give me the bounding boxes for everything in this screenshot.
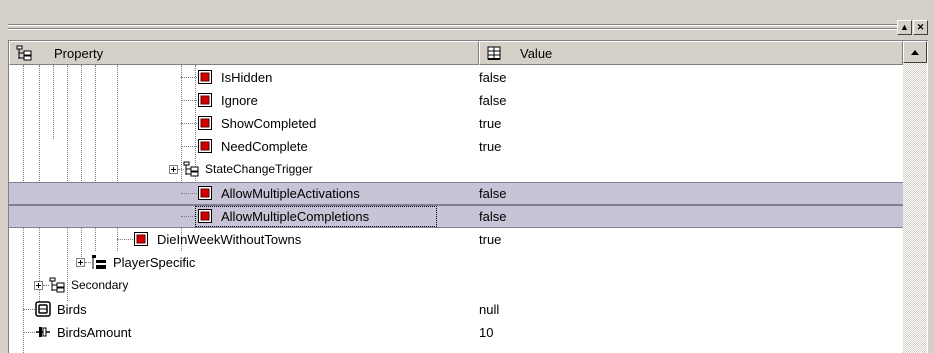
tree-connector — [181, 193, 197, 194]
tree-connector — [181, 100, 197, 101]
tree-connector — [181, 146, 197, 147]
value-column-header[interactable]: Value — [479, 41, 903, 65]
expand-toggle[interactable] — [169, 165, 178, 174]
property-red-icon — [198, 139, 212, 153]
property-red-icon — [198, 186, 212, 200]
property-name: AllowMultipleActivations — [221, 186, 360, 201]
property-value[interactable]: 10 — [479, 325, 493, 340]
tree-row-selected[interactable]: AllowMultipleActivations false — [9, 182, 903, 205]
scroll-up-button[interactable]: ▲ — [897, 20, 912, 35]
property-red-icon — [198, 116, 212, 130]
property-tree-icon — [16, 45, 32, 61]
tree-row[interactable]: IsHidden false — [9, 66, 903, 89]
expand-toggle[interactable] — [76, 258, 85, 267]
property-name: StateChangeTrigger — [205, 162, 313, 176]
arrow-up-icon — [911, 50, 919, 55]
property-name: PlayerSpecific — [113, 255, 196, 270]
tree-row[interactable]: NeedComplete true — [9, 135, 903, 158]
folder-group-icon — [92, 255, 106, 269]
value-header-label: Value — [520, 46, 553, 61]
property-name: Birds — [57, 302, 87, 317]
property-value[interactable]: false — [479, 70, 506, 85]
tree-connector — [181, 77, 197, 78]
property-column-header[interactable]: Property — [9, 41, 479, 65]
property-value[interactable]: true — [479, 116, 501, 131]
grip-line — [8, 28, 908, 30]
tree-row[interactable]: DieInWeekWithoutTowns true — [9, 228, 903, 251]
tree-connector — [23, 309, 35, 310]
numeric-icon — [36, 327, 50, 337]
tree-row[interactable]: Birds null — [9, 298, 903, 321]
property-name: BirdsAmount — [57, 325, 132, 340]
property-value[interactable]: null — [479, 302, 499, 317]
group-icon — [183, 161, 199, 177]
tree-connector — [181, 216, 197, 217]
tree-connector — [181, 123, 197, 124]
tree-row[interactable]: BirdsAmount 10 — [9, 321, 903, 344]
tree-row[interactable]: StateChangeTrigger — [9, 158, 903, 181]
tree-connector — [117, 239, 133, 240]
property-red-icon — [198, 93, 212, 107]
property-value[interactable]: false — [479, 93, 506, 108]
property-name: AllowMultipleCompletions — [221, 209, 370, 224]
property-header-label: Property — [54, 46, 104, 61]
column-divider[interactable] — [478, 65, 479, 353]
scroll-up-arrow[interactable] — [903, 41, 927, 63]
property-value[interactable]: true — [479, 139, 501, 154]
tree-row[interactable]: Ignore false — [9, 89, 903, 112]
property-value[interactable]: true — [479, 232, 501, 247]
vertical-scrollbar[interactable] — [903, 41, 927, 353]
object-icon — [35, 301, 51, 317]
property-value[interactable]: false — [479, 186, 506, 201]
property-name: DieInWeekWithoutTowns — [157, 232, 302, 247]
tree-connector — [23, 332, 35, 333]
grip-line — [8, 24, 908, 26]
tree-row-selected[interactable]: AllowMultipleCompletions false — [9, 205, 903, 228]
property-name: NeedComplete — [221, 139, 308, 154]
tree-row[interactable]: ShowCompleted true — [9, 112, 903, 135]
property-red-icon — [134, 232, 148, 246]
property-name: ShowCompleted — [221, 116, 317, 131]
property-red-icon — [198, 209, 212, 223]
expand-toggle[interactable] — [34, 281, 43, 290]
property-grid[interactable]: Property Value IsHidden false Ignore fal… — [8, 40, 928, 353]
property-name: Ignore — [221, 93, 258, 108]
property-name: IsHidden — [221, 70, 273, 85]
value-column-icon — [487, 46, 501, 60]
tree-row[interactable]: Secondary — [9, 274, 903, 297]
toolbar-area: ▲ ✕ — [0, 0, 934, 40]
group-icon — [49, 277, 65, 293]
close-button[interactable]: ✕ — [913, 20, 928, 35]
property-value[interactable]: false — [479, 209, 506, 224]
property-name: Secondary — [71, 278, 129, 292]
tree-row[interactable]: PlayerSpecific — [9, 251, 903, 274]
property-red-icon — [198, 70, 212, 84]
